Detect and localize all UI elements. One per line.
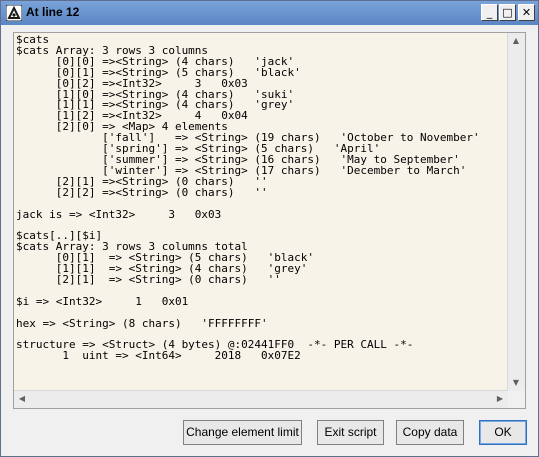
scroll-up-icon[interactable]: ▲ (508, 33, 524, 49)
app-logo-icon (6, 5, 22, 21)
copy-data-button[interactable]: Copy data (396, 420, 464, 445)
output-line: [2][2] =><String> (0 chars) '' (16, 185, 268, 199)
scroll-right-icon[interactable]: ▶ (492, 391, 508, 407)
output-line: hex => <String> (8 chars) 'FFFFFFFF' (16, 316, 268, 330)
debug-window: At line 12 _ □ ✕ $cats $cats Array: 3 row… (0, 0, 539, 457)
minimize-button[interactable]: _ (481, 4, 498, 21)
maximize-button[interactable]: □ (499, 4, 516, 21)
output-text[interactable]: $cats $cats Array: 3 rows 3 columns [0][0… (16, 35, 509, 390)
vertical-scrollbar[interactable]: ▲ ▼ (507, 33, 525, 391)
ok-button[interactable]: OK (479, 420, 527, 445)
close-button[interactable]: ✕ (518, 4, 535, 21)
scroll-left-icon[interactable]: ◀ (14, 391, 30, 407)
exit-script-button[interactable]: Exit script (317, 420, 384, 445)
horizontal-scrollbar[interactable]: ◀ ▶ (14, 390, 508, 408)
change-element-limit-button[interactable]: Change element limit (183, 420, 302, 445)
output-line: jack is => <Int32> 3 0x03 (16, 207, 222, 221)
output-line: 1 uint => <Int64> 2018 0x07E2 (16, 349, 301, 363)
output-line: [2][1] => <String> (0 chars) '' (16, 272, 281, 286)
window-title: At line 12 (26, 5, 80, 19)
title-bar[interactable]: At line 12 _ □ ✕ (1, 1, 538, 25)
output-line: $i => <Int32> 1 0x01 (16, 294, 189, 308)
output-panel[interactable]: $cats $cats Array: 3 rows 3 columns [0][0… (13, 32, 526, 409)
scrollbar-corner (508, 391, 525, 408)
scroll-down-icon[interactable]: ▼ (508, 375, 524, 391)
